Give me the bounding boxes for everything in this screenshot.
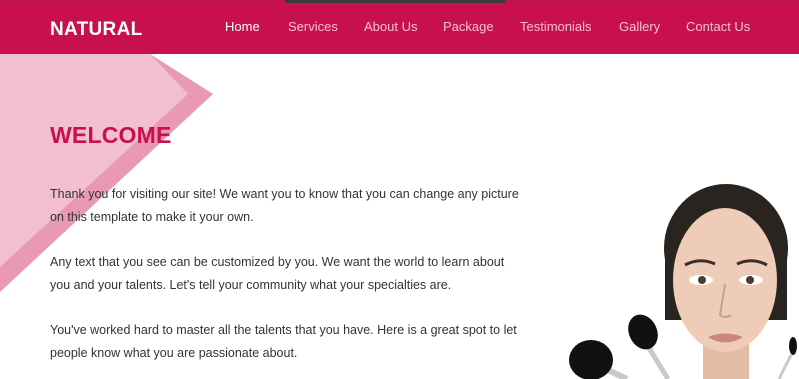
- hero-portrait-image: [569, 184, 797, 379]
- navbar: NATURAL Home Services About Us Package T…: [0, 3, 799, 54]
- nav-item-home[interactable]: Home: [225, 19, 260, 34]
- nav-item-package[interactable]: Package: [443, 19, 494, 34]
- nav-menu: Home Services About Us Package Testimoni…: [0, 19, 799, 39]
- intro-paragraph-3: You've worked hard to master all the tal…: [50, 323, 517, 360]
- nav-item-contact-us[interactable]: Contact Us: [686, 19, 750, 34]
- nav-item-about-us[interactable]: About Us: [364, 19, 417, 34]
- welcome-heading: WELCOME: [50, 122, 172, 148]
- nav-item-testimonials[interactable]: Testimonials: [520, 19, 592, 34]
- intro-paragraph-2: Any text that you see can be customized …: [50, 255, 505, 292]
- nav-item-gallery[interactable]: Gallery: [619, 19, 660, 34]
- nav-item-services[interactable]: Services: [288, 19, 338, 34]
- intro-paragraph-1: Thank you for visiting our site! We want…: [50, 187, 519, 224]
